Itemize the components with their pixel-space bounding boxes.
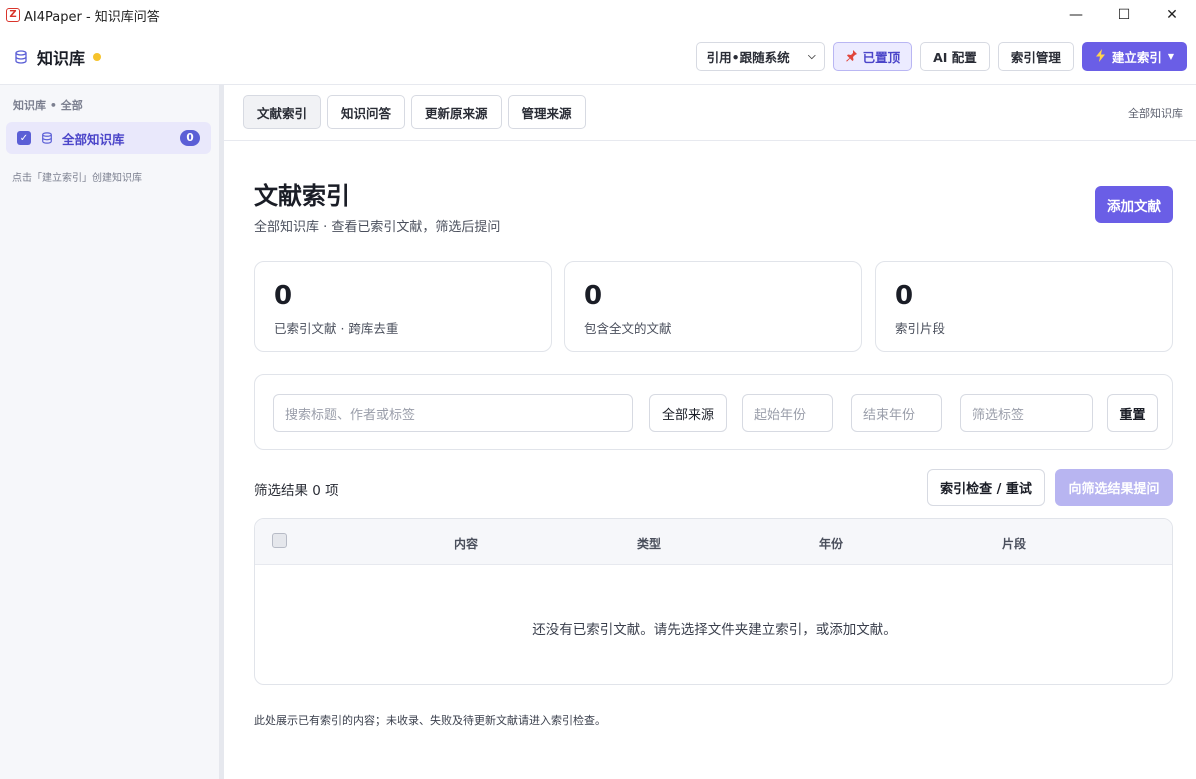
literature-table: 内容 类型 年份 片段 还没有已索引文献。请先选择文件夹建立索引，或添加文献。 (254, 518, 1173, 685)
page-subtitle: 全部知识库 · 查看已索引文献，筛选后提问 (254, 220, 501, 235)
app-logo-icon: Z (6, 8, 20, 22)
checkbox-checked-icon[interactable]: ✓ (17, 131, 31, 145)
sidebar-resize-handle[interactable] (219, 85, 224, 779)
build-index-button[interactable]: 建立索引 ▼ (1081, 42, 1187, 71)
app-header: 知识库 引用•跟随系统 ⌵ 已置顶 AI 配置 索引管理 建立索引 ▼ (0, 30, 1196, 85)
tabs-bar: 文献索引 知识问答 更新原来源 管理来源 全部知识库 (224, 85, 1196, 141)
sidebar-section-title: 知识库 • 全部 (13, 99, 83, 112)
tab-manage-sources[interactable]: 管理来源 (507, 95, 586, 129)
sidebar-item-all-knowledge[interactable]: ✓ 全部知识库 0 (6, 122, 211, 154)
minimize-button[interactable]: — (1052, 0, 1100, 30)
stat-label: 包含全文的文献 (584, 321, 672, 336)
tab-update-sources[interactable]: 更新原来源 (411, 95, 502, 129)
select-all-checkbox[interactable] (272, 533, 287, 548)
stat-value: 0 (584, 281, 603, 311)
build-index-label: 建立索引 (1111, 50, 1162, 65)
mode-select-value: 引用•跟随系统 (706, 50, 790, 65)
sidebar-hint: 点击「建立索引」创建知识库 (12, 173, 142, 184)
status-dot (93, 53, 102, 61)
pin-icon (845, 49, 858, 65)
column-header-chunks[interactable]: 片段 (1002, 535, 1026, 552)
stat-value: 0 (895, 281, 914, 311)
window-controls: — ☐ ✕ (1052, 0, 1196, 30)
window-title: AI4Paper - 知识库问答 (24, 9, 160, 25)
page-title: 文献索引 (254, 182, 350, 210)
scope-label: 全部知识库 (1128, 107, 1183, 120)
add-literature-button[interactable]: 添加文献 (1095, 186, 1173, 223)
reset-button[interactable]: 重置 (1107, 394, 1158, 432)
column-header-content[interactable]: 内容 (454, 535, 478, 552)
sidebar: 知识库 • 全部 ✓ 全部知识库 0 点击「建立索引」创建知识库 (0, 85, 219, 779)
count-badge: 0 (180, 130, 200, 146)
chevron-down-icon: ⌵ (808, 51, 816, 62)
caret-down-icon: ▼ (1167, 52, 1174, 61)
result-count: 筛选结果 0 项 (254, 483, 339, 499)
maximize-button[interactable]: ☐ (1100, 0, 1148, 30)
index-manage-button[interactable]: 索引管理 (997, 42, 1074, 71)
sidebar-item-label: 全部知识库 (62, 131, 125, 147)
table-header: 内容 类型 年份 片段 (255, 519, 1172, 565)
column-header-type[interactable]: 类型 (637, 535, 661, 552)
window-titlebar: Z AI4Paper - 知识库问答 — ☐ ✕ (0, 0, 1196, 30)
footnote: 此处展示已有索引的内容；未收录、失败及待更新文献请进入索引检查。 (254, 714, 606, 727)
source-filter-button[interactable]: 全部来源 (649, 394, 727, 432)
database-icon (41, 132, 53, 144)
close-button[interactable]: ✕ (1148, 0, 1196, 30)
end-year-input[interactable]: 结束年份 (851, 394, 942, 432)
stat-value: 0 (274, 281, 293, 311)
mode-select[interactable]: 引用•跟随系统 ⌵ (695, 42, 825, 71)
search-input[interactable]: 搜索标题、作者或标签 (273, 394, 633, 432)
filter-panel: 搜索标题、作者或标签 全部来源 起始年份 结束年份 筛选标签 重置 (254, 374, 1173, 450)
pinned-label: 已置顶 (862, 50, 901, 65)
empty-state-message: 还没有已索引文献。请先选择文件夹建立索引，或添加文献。 (532, 622, 897, 638)
column-header-year[interactable]: 年份 (819, 535, 843, 552)
lightning-icon (1095, 48, 1107, 65)
stat-label: 索引片段 (895, 321, 946, 336)
pinned-button[interactable]: 已置顶 (832, 42, 913, 71)
tab-knowledge-qa[interactable]: 知识问答 (327, 95, 406, 129)
header-title: 知识库 (37, 49, 86, 68)
database-icon (14, 50, 28, 64)
stat-card-fulltext: 0 包含全文的文献 (564, 261, 862, 352)
index-check-button[interactable]: 索引检查 / 重试 (927, 469, 1045, 506)
brand: 知识库 (14, 45, 102, 69)
tab-list: 文献索引 知识问答 更新原来源 管理来源 (243, 95, 586, 129)
stat-card-indexed: 0 已索引文献 · 跨库去重 (254, 261, 552, 352)
header-actions: 引用•跟随系统 ⌵ 已置顶 AI 配置 索引管理 建立索引 ▼ (695, 42, 1187, 71)
ai-config-button[interactable]: AI 配置 (920, 42, 990, 71)
stat-label: 已索引文献 · 跨库去重 (274, 321, 399, 336)
ask-filtered-button[interactable]: 向筛选结果提问 (1055, 469, 1173, 506)
tag-filter-input[interactable]: 筛选标签 (960, 394, 1093, 432)
start-year-input[interactable]: 起始年份 (742, 394, 833, 432)
tab-literature-index[interactable]: 文献索引 (243, 95, 322, 129)
stat-card-chunks: 0 索引片段 (875, 261, 1173, 352)
